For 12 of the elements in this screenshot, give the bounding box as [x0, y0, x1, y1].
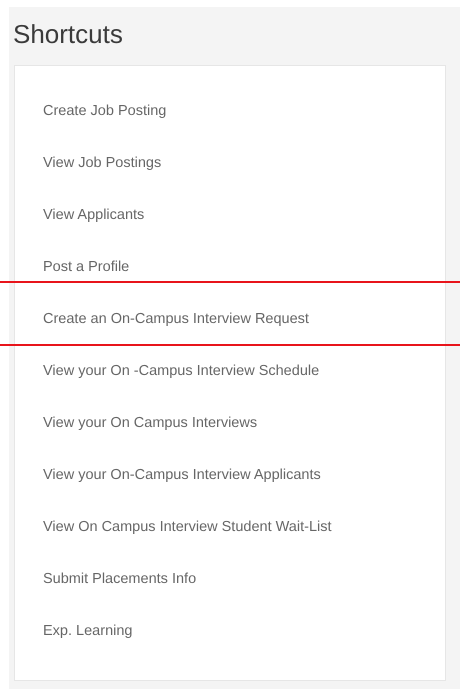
- panel-title: Shortcuts: [13, 18, 124, 51]
- shortcut-link[interactable]: Post a Profile: [43, 257, 130, 279]
- shortcut-link[interactable]: Create an On-Campus Interview Request: [43, 309, 309, 331]
- shortcut-link[interactable]: View Job Postings: [43, 153, 162, 175]
- shortcut-link[interactable]: View your On Campus Interviews: [43, 413, 258, 435]
- shortcut-link[interactable]: Submit Placements Info: [43, 569, 196, 591]
- shortcut-link[interactable]: Exp. Learning: [43, 621, 132, 643]
- shortcut-link[interactable]: View On Campus Interview Student Wait-List: [43, 517, 332, 539]
- shortcut-link[interactable]: View your On -Campus Interview Schedule: [43, 361, 320, 383]
- shortcut-link[interactable]: View your On-Campus Interview Applicants: [43, 465, 321, 487]
- shortcut-link[interactable]: Create Job Posting: [43, 101, 166, 123]
- shortcut-link[interactable]: View Applicants: [43, 205, 144, 227]
